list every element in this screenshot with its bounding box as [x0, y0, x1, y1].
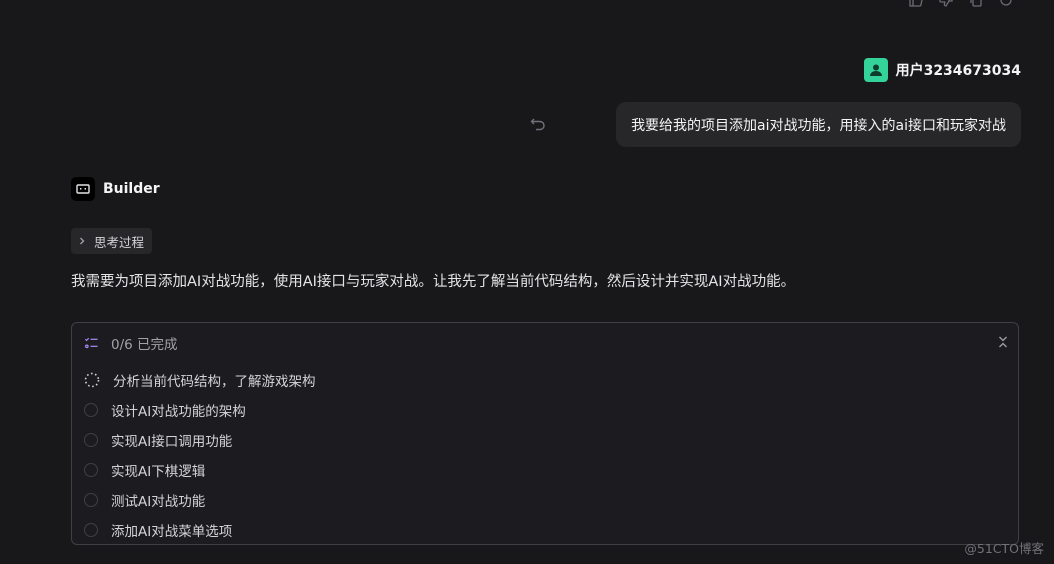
checklist-icon [84, 337, 98, 348]
task-progress: 0/6 已完成 [111, 337, 178, 353]
task-label: 实现AI接口调用功能 [111, 434, 233, 450]
task-label: 测试AI对战功能 [111, 494, 206, 510]
builder-logo-icon [71, 177, 95, 201]
assistant-reply: 我需要为项目添加AI对战功能，使用AI接口与玩家对战。让我先了解当前代码结构，然… [71, 274, 796, 290]
loading-spinner-icon [84, 372, 100, 388]
undo-icon[interactable] [530, 116, 546, 132]
task-item: 分析当前代码结构，了解游戏架构 [84, 365, 316, 395]
task-item: 实现AI下棋逻辑 [84, 455, 316, 485]
task-item: 添加AI对战菜单选项 [84, 515, 316, 545]
task-header: 0/6 已完成 [84, 333, 178, 353]
chevron-right-icon [80, 237, 85, 245]
avatar [863, 58, 888, 82]
user-icon [869, 64, 882, 76]
task-label: 分析当前代码结构，了解游戏架构 [113, 374, 316, 390]
thumbs-down-icon[interactable] [938, 0, 954, 8]
task-label: 添加AI对战菜单选项 [111, 524, 233, 540]
task-item: 设计AI对战功能的架构 [84, 395, 316, 425]
message-actions [908, 0, 1014, 8]
pending-circle-icon [84, 433, 98, 447]
thinking-toggle-button[interactable]: 思考过程 [71, 228, 153, 254]
watermark: @51CTO博客 [964, 541, 1044, 556]
bot-name: Builder [103, 181, 160, 197]
task-list: 分析当前代码结构，了解游戏架构 设计AI对战功能的架构 实现AI接口调用功能 实… [84, 365, 316, 545]
thumbs-up-icon[interactable] [908, 0, 924, 8]
copy-icon[interactable] [968, 0, 984, 8]
thinking-label: 思考过程 [94, 234, 145, 250]
pending-circle-icon [84, 463, 98, 477]
user-name: 用户3234673034 [895, 63, 1021, 79]
task-item: 实现AI接口调用功能 [84, 425, 316, 455]
collapse-icon[interactable] [996, 334, 1010, 348]
task-item: 测试AI对战功能 [84, 485, 316, 515]
refresh-icon[interactable] [998, 0, 1014, 8]
task-label: 实现AI下棋逻辑 [111, 464, 206, 480]
pending-circle-icon [84, 493, 98, 507]
pending-circle-icon [84, 403, 98, 417]
user-message: 我要给我的项目添加ai对战功能，用接入的ai接口和玩家对战 [616, 102, 1021, 147]
task-card: 0/6 已完成 分析当前代码结构，了解游戏架构 设计AI对战功能的架构 实现AI… [71, 322, 1019, 545]
user-header: 用户3234673034 [863, 58, 1021, 82]
task-label: 设计AI对战功能的架构 [111, 404, 246, 420]
bot-header: Builder [71, 177, 160, 201]
pending-circle-icon [84, 523, 98, 537]
